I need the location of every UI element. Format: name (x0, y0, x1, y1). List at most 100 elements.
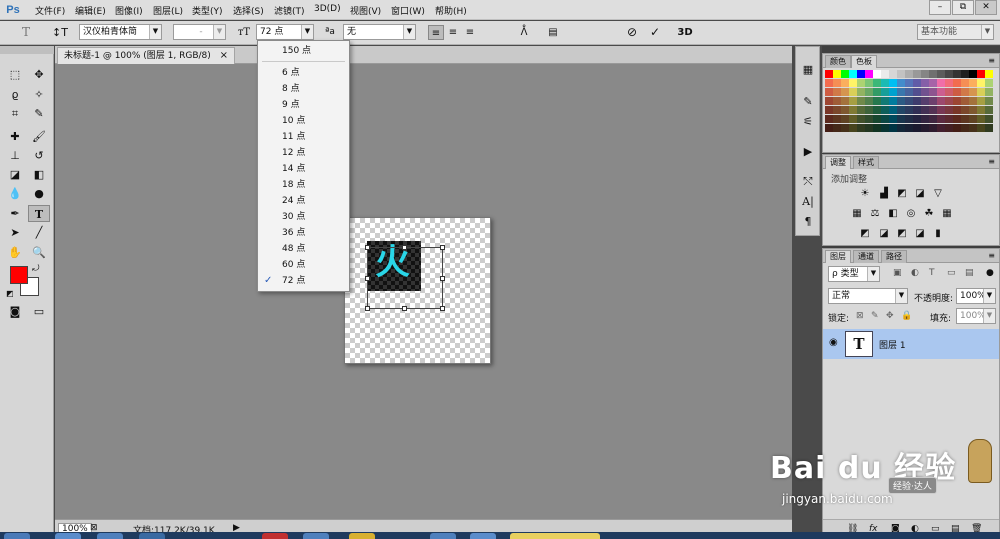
color-swatch[interactable] (873, 88, 881, 96)
color-swatch[interactable] (873, 97, 881, 105)
color-swatch[interactable] (953, 88, 961, 96)
history-brush-icon[interactable]: ↺ (28, 147, 50, 164)
color-swatch[interactable] (985, 70, 993, 78)
layer-name[interactable]: 图层 1 (879, 338, 906, 351)
filter-smart-object-icon[interactable]: ▤ (965, 268, 974, 278)
hue-saturation-icon[interactable]: ▦ (851, 208, 863, 220)
taskbar-item-active[interactable] (510, 533, 600, 539)
color-swatch[interactable] (953, 106, 961, 114)
layer-row[interactable]: ◉ T 图层 1 (823, 329, 999, 359)
tab-adjustments[interactable]: 调整 (825, 156, 851, 169)
taskbar-item[interactable] (349, 533, 375, 539)
color-swatch[interactable] (985, 97, 993, 105)
color-swatch[interactable] (833, 124, 841, 132)
character-panel-icon[interactable]: ▤ (545, 25, 561, 40)
color-swatch[interactable] (857, 106, 865, 114)
menu-type[interactable]: 类型(Y) (192, 4, 223, 17)
font-style-select[interactable]: - ▼ (173, 24, 226, 40)
tab-paths[interactable]: 路径 (881, 250, 907, 263)
eyedropper-icon[interactable]: ✎ (28, 105, 50, 122)
color-swatch[interactable] (929, 124, 937, 132)
3d-mode-button[interactable]: 3D (677, 25, 693, 40)
color-swatch[interactable] (897, 70, 905, 78)
transform-handle[interactable] (440, 276, 445, 281)
size-option[interactable]: 9 点 (258, 97, 349, 113)
size-option[interactable]: 14 点 (258, 161, 349, 177)
color-swatch[interactable] (889, 79, 897, 87)
color-swatch[interactable] (905, 115, 913, 123)
text-bounding-box[interactable] (365, 245, 445, 311)
magic-wand-icon[interactable]: ✧ (28, 86, 50, 103)
color-swatch[interactable] (921, 115, 929, 123)
brush-icon[interactable]: 🖌 (28, 128, 50, 145)
tab-channels[interactable]: 通道 (853, 250, 879, 263)
color-swatch[interactable] (833, 88, 841, 96)
color-swatch[interactable] (961, 115, 969, 123)
color-swatch[interactable] (929, 115, 937, 123)
color-swatch[interactable] (833, 70, 841, 78)
color-swatch[interactable] (865, 88, 873, 96)
color-swatch[interactable] (881, 88, 889, 96)
type-tool-icon[interactable]: T (28, 205, 50, 222)
color-swatch[interactable] (945, 97, 953, 105)
crop-icon[interactable]: ⌗ (4, 105, 26, 122)
color-swatch[interactable] (897, 106, 905, 114)
path-selection-icon[interactable]: ➤ (4, 224, 26, 241)
commit-edit-icon[interactable]: ✓ (647, 25, 663, 40)
color-swatch[interactable] (857, 115, 865, 123)
color-swatch[interactable] (833, 97, 841, 105)
color-swatch[interactable] (977, 88, 985, 96)
vibrance-icon[interactable]: ▽ (932, 188, 944, 200)
screen-mode-icon[interactable]: ▭ (28, 303, 50, 320)
color-swatch[interactable] (969, 115, 977, 123)
menu-filter[interactable]: 滤镜(T) (274, 4, 305, 17)
menu-image[interactable]: 图像(I) (115, 4, 143, 17)
paint-bucket-icon[interactable]: ◧ (28, 166, 50, 183)
color-swatch[interactable] (841, 79, 849, 87)
color-swatch[interactable] (961, 79, 969, 87)
color-swatch[interactable] (937, 88, 945, 96)
color-swatch[interactable] (969, 106, 977, 114)
dodge-icon[interactable]: ● (28, 185, 50, 202)
color-swatch[interactable] (977, 70, 985, 78)
color-swatch[interactable] (825, 88, 833, 96)
color-swatch[interactable] (881, 106, 889, 114)
color-swatch[interactable] (889, 106, 897, 114)
color-swatch[interactable] (929, 70, 937, 78)
color-swatch[interactable] (881, 115, 889, 123)
color-swatch[interactable] (969, 124, 977, 132)
close-button[interactable]: ✕ (975, 0, 997, 15)
type-tool-preset-icon[interactable]: T (18, 25, 34, 40)
color-swatch[interactable] (969, 88, 977, 96)
history-panel-icon[interactable]: ▦ (799, 61, 817, 79)
color-swatch[interactable] (825, 124, 833, 132)
document-canvas[interactable]: 火 (344, 217, 491, 364)
transform-handle[interactable] (440, 306, 445, 311)
color-swatch[interactable] (921, 88, 929, 96)
color-swatch[interactable] (929, 79, 937, 87)
color-swatch[interactable] (841, 124, 849, 132)
color-swatch[interactable] (825, 106, 833, 114)
color-swatch[interactable] (945, 124, 953, 132)
photo-filter-icon[interactable]: ◎ (905, 208, 917, 220)
color-lookup-icon[interactable]: ▦ (941, 208, 953, 220)
exposure-icon[interactable]: ◪ (914, 188, 926, 200)
menu-select[interactable]: 选择(S) (233, 4, 264, 17)
tab-swatches[interactable]: 色板 (851, 55, 877, 68)
filter-toggle-icon[interactable]: ● (986, 268, 994, 278)
move-icon[interactable]: ✥ (28, 66, 50, 83)
opacity-field[interactable]: 100% ▼ (956, 288, 996, 304)
size-option[interactable]: 6 点 (258, 65, 349, 81)
color-swatch[interactable] (913, 115, 921, 123)
color-swatch[interactable] (857, 124, 865, 132)
taskbar-item[interactable] (470, 533, 496, 539)
color-swatch[interactable] (865, 70, 873, 78)
color-swatch[interactable] (921, 70, 929, 78)
size-option[interactable]: 12 点 (258, 145, 349, 161)
color-swatch[interactable] (929, 106, 937, 114)
font-size-select[interactable]: 72 点 ▼ (256, 24, 314, 40)
quick-mask-icon[interactable]: ◙ (4, 303, 26, 320)
color-swatch[interactable] (849, 124, 857, 132)
transform-handle[interactable] (402, 306, 407, 311)
tab-styles[interactable]: 样式 (853, 156, 879, 169)
